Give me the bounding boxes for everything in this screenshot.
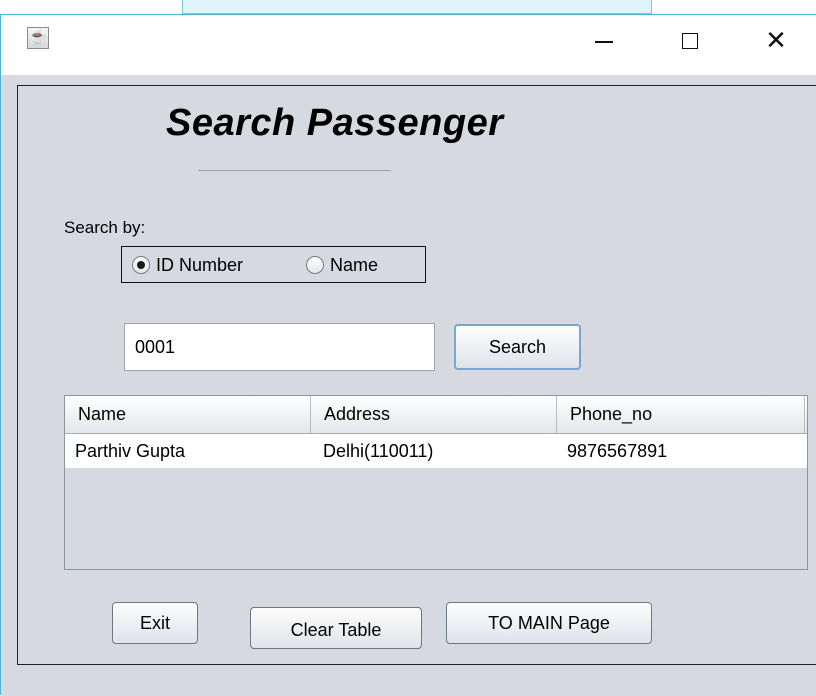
- results-table[interactable]: Name Address Phone_no Parthiv Gupta Delh…: [64, 395, 808, 570]
- radio-selected-icon[interactable]: [132, 256, 150, 274]
- search-by-label: Search by:: [64, 218, 146, 237]
- radio-unselected-icon[interactable]: [306, 256, 324, 274]
- column-header-address[interactable]: Address: [311, 396, 557, 433]
- cell-phone: 9876567891: [567, 441, 668, 461]
- radio-id-number[interactable]: ID Number: [132, 254, 243, 276]
- radio-id-number-label: ID Number: [156, 255, 244, 275]
- title-separator: [198, 170, 391, 171]
- table-header: Name Address Phone_no: [65, 396, 807, 434]
- column-header-name[interactable]: Name: [65, 396, 311, 433]
- title-bar: ☕ ✕: [1, 15, 816, 75]
- cell-address: Delhi(110011): [323, 441, 434, 461]
- background-window-strip: [182, 0, 652, 14]
- to-main-page-button[interactable]: TO MAIN Page: [446, 602, 652, 644]
- minimize-button[interactable]: [581, 21, 627, 61]
- app-window: ☕ ✕ Search Passenger Search by: ID Numbe…: [0, 14, 816, 696]
- minimize-icon: [595, 41, 613, 43]
- close-icon: ✕: [765, 26, 787, 56]
- column-header-phone[interactable]: Phone_no: [557, 396, 805, 433]
- search-by-radio-group: ID Number Name: [121, 246, 426, 283]
- exit-button[interactable]: Exit: [112, 602, 198, 644]
- maximize-icon: [682, 33, 698, 49]
- radio-name[interactable]: Name: [306, 254, 378, 276]
- clear-table-button[interactable]: Clear Table: [250, 607, 422, 649]
- java-cup-icon: ☕: [27, 27, 49, 49]
- radio-name-label: Name: [330, 255, 379, 275]
- content-area: Search Passenger Search by: ID Number Na…: [1, 75, 816, 696]
- page-title: Search Passenger: [166, 102, 504, 144]
- maximize-button[interactable]: [667, 21, 713, 61]
- search-panel: Search Passenger Search by: ID Number Na…: [17, 85, 816, 665]
- cell-name: Parthiv Gupta: [75, 441, 186, 461]
- table-row[interactable]: Parthiv Gupta Delhi(110011) 9876567891: [65, 434, 807, 468]
- search-input[interactable]: [124, 323, 435, 371]
- close-button[interactable]: ✕: [753, 21, 799, 61]
- search-button[interactable]: Search: [454, 324, 581, 370]
